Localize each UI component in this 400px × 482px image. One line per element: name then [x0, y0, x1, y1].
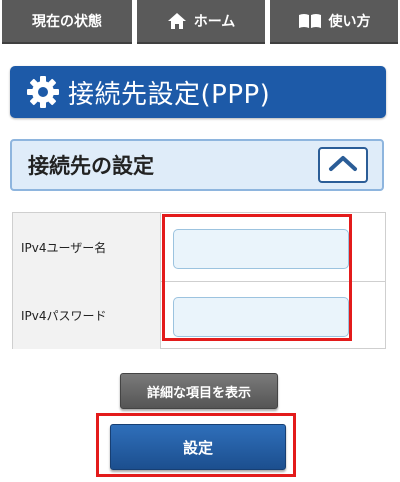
nav-home-button[interactable]: ホーム: [137, 0, 265, 44]
save-label: 設定: [182, 438, 213, 457]
home-icon: [167, 12, 187, 30]
section-title: 接続先の設定: [28, 154, 154, 178]
nav-status-label: 現在の状態: [32, 14, 102, 30]
chevron-up-icon: [328, 154, 358, 176]
nav-help-label: 使い方: [328, 14, 371, 30]
collapse-button[interactable]: [318, 147, 368, 183]
form-row-username: IPv4ユーザー名: [13, 213, 385, 282]
password-input[interactable]: [173, 297, 349, 337]
show-advanced-button[interactable]: 詳細な項目を表示: [120, 373, 278, 409]
section-header: 接続先の設定: [10, 139, 384, 191]
password-label: IPv4パスワード: [13, 281, 161, 349]
form-row-password: IPv4パスワード: [13, 281, 385, 349]
gear-icon: [26, 75, 60, 109]
save-button[interactable]: 設定: [110, 424, 286, 470]
page-title: 接続先設定(PPP): [68, 79, 271, 110]
username-input[interactable]: [173, 229, 349, 269]
nav-help-button[interactable]: 使い方: [270, 0, 398, 44]
username-label: IPv4ユーザー名: [13, 213, 161, 281]
book-icon: [298, 13, 322, 29]
show-advanced-label: 詳細な項目を表示: [146, 385, 251, 401]
nav-status-button[interactable]: 現在の状態: [2, 0, 132, 44]
nav-home-label: ホーム: [193, 14, 236, 30]
page-title-banner: 接続先設定(PPP): [10, 66, 386, 118]
top-nav: 現在の状態 ホーム 使い方: [0, 0, 400, 44]
settings-form: IPv4ユーザー名 IPv4パスワード: [12, 212, 386, 349]
